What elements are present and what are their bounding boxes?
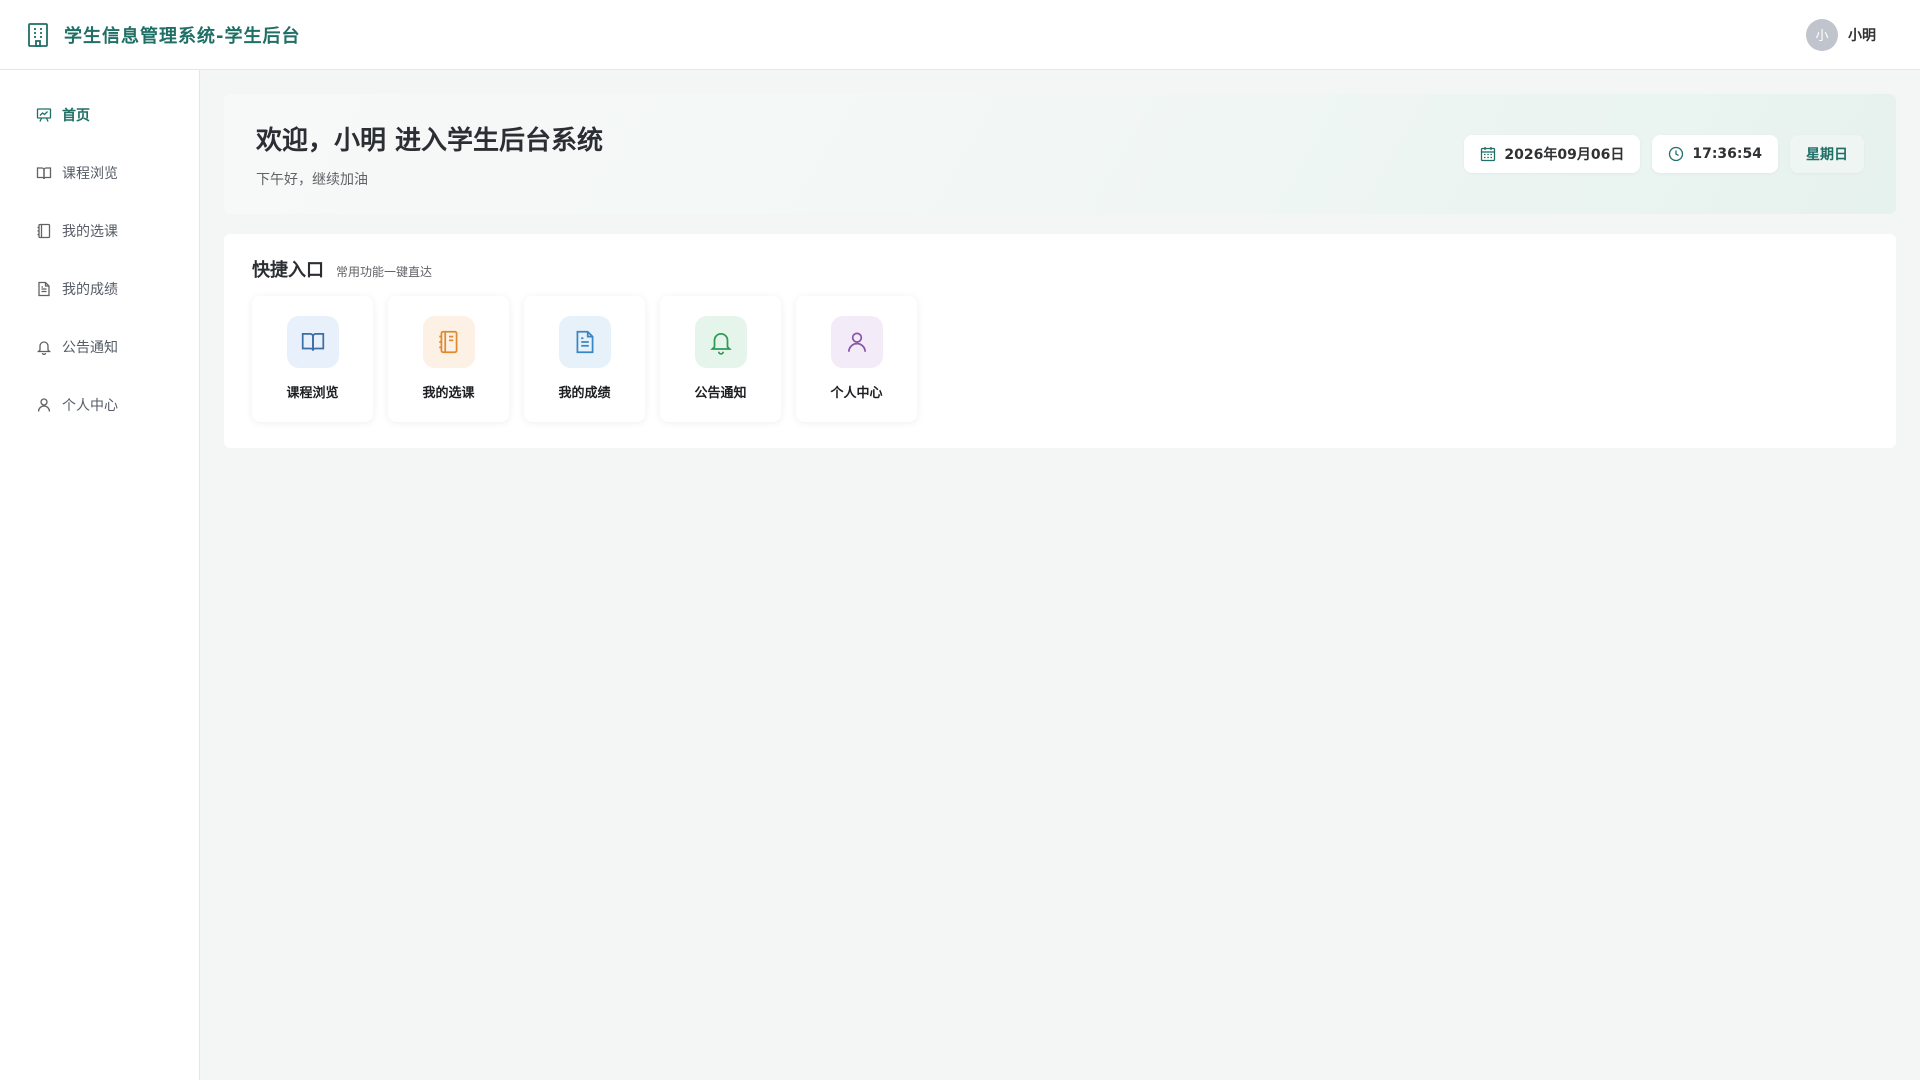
sidebar: 首页 课程浏览 我的选课 我的成绩 公告通知 个人中心	[0, 70, 200, 1080]
sidebar-item-label: 课程浏览	[62, 166, 118, 182]
quick-card-label: 课程浏览	[286, 386, 339, 401]
quick-access-header: 快捷入口 常用功能一键直达	[252, 256, 1868, 282]
sidebar-item-label: 公告通知	[62, 340, 118, 356]
book-open-icon	[286, 316, 339, 368]
sidebar-item-my-grades[interactable]: 我的成绩	[0, 260, 199, 318]
welcome-text: 欢迎，小明 进入学生后台系统 下午好，继续加油	[256, 120, 603, 189]
welcome-title: 欢迎，小明 进入学生后台系统	[256, 125, 604, 156]
top-header: 学生信息管理系统-学生后台 小 小明	[0, 0, 1920, 70]
user-icon	[830, 316, 883, 368]
sidebar-item-label: 我的选课	[62, 224, 118, 240]
notebook-icon	[422, 316, 475, 368]
quick-access-title: 快捷入口	[252, 260, 324, 281]
welcome-subtitle: 下午好，继续加油	[256, 171, 368, 188]
notebook-icon	[36, 223, 52, 239]
bell-icon	[694, 316, 747, 368]
sidebar-item-my-courses[interactable]: 我的选课	[0, 202, 199, 260]
quick-card-course-browse[interactable]: 课程浏览	[252, 296, 373, 422]
quick-card-label: 我的选课	[422, 386, 475, 401]
welcome-banner: 欢迎，小明 进入学生后台系统 下午好，继续加油 2026年09月06日 17:3…	[224, 94, 1896, 214]
sidebar-item-profile[interactable]: 个人中心	[0, 376, 199, 434]
quick-access-subtitle: 常用功能一键直达	[336, 265, 433, 279]
weekday-chip: 星期日	[1790, 135, 1864, 173]
sidebar-item-course-browse[interactable]: 课程浏览	[0, 144, 199, 202]
time-text: 17:36:54	[1692, 146, 1762, 162]
weekday-text: 星期日	[1806, 147, 1848, 163]
avatar[interactable]: 小	[1806, 18, 1838, 51]
datetime-chips: 2026年09月06日 17:36:54 星期日	[1464, 135, 1864, 173]
quick-card-my-grades[interactable]: 我的成绩	[524, 296, 645, 422]
quick-card-label: 公告通知	[694, 386, 747, 401]
sidebar-item-home[interactable]: 首页	[0, 86, 199, 144]
quick-access-panel: 快捷入口 常用功能一键直达 课程浏览 我的选课 我的成绩 公告通知 个人中心	[224, 234, 1896, 448]
quick-card-my-courses[interactable]: 我的选课	[388, 296, 509, 422]
brand[interactable]: 学生信息管理系统-学生后台	[26, 22, 300, 48]
clock-icon	[1668, 146, 1684, 162]
date-chip: 2026年09月06日	[1464, 135, 1641, 173]
user-name[interactable]: 小明	[1848, 25, 1876, 45]
quick-card-label: 我的成绩	[558, 386, 611, 401]
sidebar-item-label: 个人中心	[62, 398, 118, 414]
sidebar-item-announcements[interactable]: 公告通知	[0, 318, 199, 376]
app-title: 学生信息管理系统-学生后台	[64, 25, 301, 47]
book-open-icon	[36, 165, 52, 181]
bell-icon	[36, 339, 52, 355]
quick-card-announcements[interactable]: 公告通知	[660, 296, 781, 422]
calendar-icon	[1480, 146, 1496, 162]
document-icon	[558, 316, 611, 368]
quick-access-cards: 课程浏览 我的选课 我的成绩 公告通知 个人中心	[252, 296, 1868, 422]
sidebar-item-label: 首页	[62, 108, 90, 124]
document-icon	[36, 281, 52, 297]
building-icon	[26, 22, 50, 48]
user-menu[interactable]: 小 小明	[1806, 18, 1876, 51]
date-text: 2026年09月06日	[1504, 147, 1625, 163]
quick-card-profile[interactable]: 个人中心	[796, 296, 917, 422]
user-icon	[36, 397, 52, 413]
presentation-chart-icon	[36, 107, 52, 123]
time-chip: 17:36:54	[1652, 135, 1778, 173]
sidebar-item-label: 我的成绩	[62, 282, 118, 298]
quick-card-label: 个人中心	[830, 386, 883, 401]
